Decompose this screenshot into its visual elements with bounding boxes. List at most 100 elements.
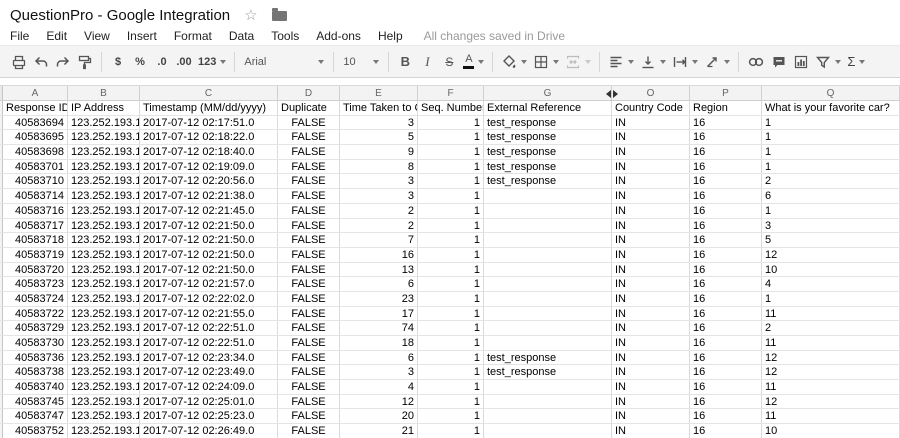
cell-row13-C[interactable]: 2017-07-12 02:21:57.0 — [140, 277, 278, 291]
cell-row8-E[interactable]: 2 — [340, 203, 418, 218]
cell-row16-P[interactable]: 16 — [690, 321, 762, 335]
cell-row5-Q[interactable]: 1 — [762, 159, 900, 174]
cell-row20-E[interactable]: 4 — [340, 380, 418, 394]
cell-row6-D[interactable]: FALSE — [278, 174, 340, 189]
cell-row6-G[interactable]: test_response — [484, 174, 612, 189]
cell-row13-G[interactable] — [484, 277, 612, 291]
cell-row4-G[interactable]: test_response — [484, 145, 612, 159]
cell-row3-E[interactable]: 5 — [340, 130, 418, 145]
field-name-cell-O[interactable]: Country Code — [612, 101, 690, 115]
cell-row21-G[interactable] — [484, 394, 612, 409]
cell-row14-F[interactable]: 1 — [418, 291, 484, 306]
cell-row11-O[interactable]: IN — [612, 247, 690, 262]
menu-edit[interactable]: Edit — [46, 29, 67, 43]
cell-row14-B[interactable]: 123.252.193.148 — [68, 291, 140, 306]
cell-row21-P[interactable]: 16 — [690, 394, 762, 409]
cell-row20-A[interactable]: 40583740 — [3, 380, 68, 394]
undo-button[interactable] — [30, 50, 52, 74]
column-header-C[interactable]: C — [140, 86, 278, 100]
cell-row17-F[interactable]: 1 — [418, 336, 484, 350]
cell-row22-A[interactable]: 40583747 — [3, 409, 68, 424]
cell-row5-B[interactable]: 123.252.193.148 — [68, 159, 140, 174]
horizontal-align-button[interactable] — [605, 50, 637, 74]
field-name-cell-C[interactable]: Timestamp (MM/dd/yyyy) — [140, 101, 278, 115]
cell-row2-F[interactable]: 1 — [418, 115, 484, 130]
cell-row14-C[interactable]: 2017-07-12 02:22:02.0 — [140, 291, 278, 306]
cell-row18-B[interactable]: 123.252.193.148 — [68, 350, 140, 365]
merge-cells-button[interactable] — [562, 50, 594, 74]
cell-row22-P[interactable]: 16 — [690, 409, 762, 424]
cell-row10-C[interactable]: 2017-07-12 02:21:50.0 — [140, 233, 278, 247]
cell-row8-D[interactable]: FALSE — [278, 203, 340, 218]
menu-insert[interactable]: Insert — [127, 29, 157, 43]
cell-row18-E[interactable]: 6 — [340, 350, 418, 365]
cell-row13-F[interactable]: 1 — [418, 277, 484, 291]
cell-row8-B[interactable]: 123.252.193.148 — [68, 203, 140, 218]
column-header-A[interactable]: A — [3, 86, 68, 100]
cell-row5-P[interactable]: 16 — [690, 159, 762, 174]
cell-row10-B[interactable]: 123.252.193.148 — [68, 233, 140, 247]
cell-row7-B[interactable]: 123.252.193.148 — [68, 189, 140, 203]
increase-decimal-button[interactable]: .00 — [173, 50, 195, 74]
cell-row17-D[interactable]: FALSE — [278, 336, 340, 350]
cell-row13-E[interactable]: 6 — [340, 277, 418, 291]
redo-button[interactable] — [52, 50, 74, 74]
cell-row19-A[interactable]: 40583738 — [3, 365, 68, 380]
menu-tools[interactable]: Tools — [271, 29, 299, 43]
cell-row3-C[interactable]: 2017-07-12 02:18:22.0 — [140, 130, 278, 145]
cell-row10-F[interactable]: 1 — [418, 233, 484, 247]
cell-row13-O[interactable]: IN — [612, 277, 690, 291]
cell-row5-D[interactable]: FALSE — [278, 159, 340, 174]
cell-row9-P[interactable]: 16 — [690, 218, 762, 233]
cell-row16-F[interactable]: 1 — [418, 321, 484, 335]
cell-row8-F[interactable]: 1 — [418, 203, 484, 218]
cell-row8-Q[interactable]: 1 — [762, 203, 900, 218]
cell-row20-B[interactable]: 123.252.193.148 — [68, 380, 140, 394]
cell-row15-P[interactable]: 16 — [690, 306, 762, 321]
cell-row5-F[interactable]: 1 — [418, 159, 484, 174]
cell-row2-E[interactable]: 3 — [340, 115, 418, 130]
filter-button[interactable] — [812, 50, 844, 74]
cell-row6-C[interactable]: 2017-07-12 02:20:56.0 — [140, 174, 278, 189]
cell-row5-E[interactable]: 8 — [340, 159, 418, 174]
cell-row15-O[interactable]: IN — [612, 306, 690, 321]
cell-row19-B[interactable]: 123.252.193.148 — [68, 365, 140, 380]
cell-row9-D[interactable]: FALSE — [278, 218, 340, 233]
cell-row19-C[interactable]: 2017-07-12 02:23:49.0 — [140, 365, 278, 380]
cell-row16-D[interactable]: FALSE — [278, 321, 340, 335]
cell-row8-A[interactable]: 40583716 — [3, 203, 68, 218]
cell-row2-D[interactable]: FALSE — [278, 115, 340, 130]
cell-row5-C[interactable]: 2017-07-12 02:19:09.0 — [140, 159, 278, 174]
column-header-P[interactable]: P — [690, 86, 762, 100]
cell-row4-O[interactable]: IN — [612, 145, 690, 159]
cell-row23-D[interactable]: FALSE — [278, 424, 340, 438]
column-header-D[interactable]: D — [278, 86, 340, 100]
cell-row4-P[interactable]: 16 — [690, 145, 762, 159]
cell-row12-F[interactable]: 1 — [418, 262, 484, 277]
field-name-cell-F[interactable]: Seq. Number — [418, 101, 484, 115]
cell-row15-C[interactable]: 2017-07-12 02:21:55.0 — [140, 306, 278, 321]
cell-row11-E[interactable]: 16 — [340, 247, 418, 262]
cell-row12-A[interactable]: 40583720 — [3, 262, 68, 277]
cell-row5-G[interactable]: test_response — [484, 159, 612, 174]
cell-row9-F[interactable]: 1 — [418, 218, 484, 233]
column-header-G[interactable]: G — [484, 86, 612, 100]
cell-row16-O[interactable]: IN — [612, 321, 690, 335]
cell-row16-E[interactable]: 74 — [340, 321, 418, 335]
cell-row4-Q[interactable]: 1 — [762, 145, 900, 159]
cell-row7-E[interactable]: 3 — [340, 189, 418, 203]
hidden-columns-indicator[interactable] — [606, 86, 618, 102]
menu-help[interactable]: Help — [378, 29, 403, 43]
cell-row4-F[interactable]: 1 — [418, 145, 484, 159]
cell-row11-P[interactable]: 16 — [690, 247, 762, 262]
functions-button[interactable]: Σ — [844, 50, 868, 74]
cell-row6-B[interactable]: 123.252.193.148 — [68, 174, 140, 189]
cell-row6-A[interactable]: 40583710 — [3, 174, 68, 189]
cell-row12-D[interactable]: FALSE — [278, 262, 340, 277]
italic-button[interactable]: I — [416, 50, 438, 74]
cell-row17-P[interactable]: 16 — [690, 336, 762, 350]
cell-row12-C[interactable]: 2017-07-12 02:21:50.0 — [140, 262, 278, 277]
cell-row7-C[interactable]: 2017-07-12 02:21:38.0 — [140, 189, 278, 203]
more-formats-dropdown[interactable]: 123 — [195, 50, 229, 74]
cell-row21-C[interactable]: 2017-07-12 02:25:01.0 — [140, 394, 278, 409]
